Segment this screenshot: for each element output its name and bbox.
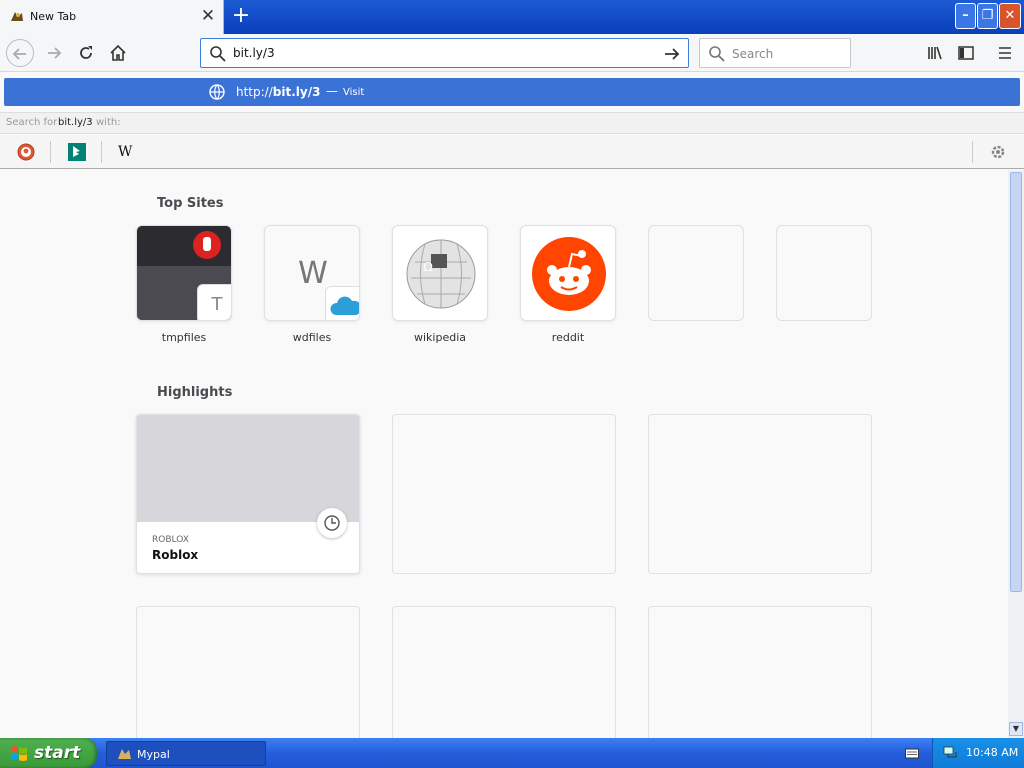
- hamburger-icon: [999, 47, 1011, 59]
- new-tab-button[interactable]: +: [228, 4, 254, 30]
- top-site-tile[interactable]: [520, 225, 616, 321]
- duckduckgo-icon[interactable]: [16, 142, 36, 162]
- clock-icon: [324, 515, 340, 531]
- minimize-button[interactable]: –: [955, 3, 976, 29]
- top-site-label: tmpfiles: [161, 331, 207, 344]
- top-site-label: wikipedia: [413, 331, 466, 344]
- tab-title: New Tab: [30, 10, 77, 23]
- library-glyph-icon: [928, 46, 942, 60]
- top-site-tile[interactable]: T: [136, 225, 232, 321]
- search-for-term: bit.ly/3: [58, 117, 93, 128]
- autocomplete-action: Visit: [343, 87, 365, 98]
- engine-divider: [50, 141, 51, 163]
- top-site-empty: [776, 225, 872, 321]
- taskbar-item-mypal[interactable]: Mypal: [106, 741, 266, 766]
- top-sites-heading: Top Sites: [157, 196, 224, 211]
- url-suffix: /3: [307, 85, 321, 99]
- mypal-icon: [118, 749, 131, 759]
- top-site-label: wdfiles: [292, 331, 332, 344]
- highlight-host: ROBLOX: [152, 535, 189, 545]
- tab-new-tab[interactable]: New Tab ✕: [0, 0, 224, 34]
- search-icon: [709, 46, 725, 62]
- highlight-card[interactable]: ROBLOX Roblox: [136, 414, 360, 574]
- nav-bar: bit.ly/3 Search: [0, 34, 1024, 72]
- wikipedia-icon[interactable]: W: [118, 142, 138, 162]
- url-bold: bit.ly: [272, 85, 308, 99]
- clock-badge: [317, 508, 347, 538]
- start-button[interactable]: start: [0, 738, 97, 768]
- tab-close-icon[interactable]: ✕: [199, 6, 217, 26]
- close-window-button[interactable]: ✕: [999, 3, 1021, 29]
- stop-hand-icon: [193, 231, 221, 259]
- top-site-tile[interactable]: Ω: [392, 225, 488, 321]
- menu-icon[interactable]: [994, 42, 1016, 64]
- mypal-favicon-icon: [11, 12, 23, 21]
- engine-divider: [972, 141, 973, 163]
- site-letter: Ω: [423, 260, 433, 274]
- autocomplete-url: http://bit.ly/3: [236, 85, 320, 99]
- search-bar[interactable]: Search: [699, 38, 851, 68]
- back-button[interactable]: [6, 39, 34, 67]
- site-letter: T: [197, 284, 231, 320]
- search-for-prefix: Search for: [6, 117, 58, 128]
- autocomplete-separator: —: [326, 84, 338, 98]
- gear-icon[interactable]: [988, 142, 1008, 162]
- forward-arrow-icon: [48, 47, 62, 59]
- highlight-title: Roblox: [152, 548, 199, 562]
- search-for-row: Search for bit.ly/3 with:: [0, 112, 1024, 134]
- reload-button[interactable]: [72, 39, 100, 67]
- url-bar[interactable]: bit.ly/3: [200, 38, 689, 68]
- system-tray: 10:48 AM: [932, 738, 1024, 768]
- top-site-label: reddit: [551, 331, 585, 344]
- reddit-icon: [532, 237, 606, 311]
- new-tab-content: Top Sites T tmpfiles W wdfiles Ω wikiped…: [7, 170, 1008, 766]
- network-icon[interactable]: [943, 746, 957, 760]
- engine-divider: [101, 141, 102, 163]
- search-placeholder: Search: [732, 47, 774, 61]
- home-icon: [110, 44, 126, 61]
- top-site-empty: [648, 225, 744, 321]
- highlights-heading: Highlights: [157, 385, 233, 400]
- reload-icon: [80, 46, 92, 59]
- home-button[interactable]: [104, 39, 132, 67]
- vertical-scrollbar[interactable]: ▼: [1008, 170, 1024, 738]
- clock-time[interactable]: 10:48 AM: [966, 746, 1018, 759]
- sidebar-icon[interactable]: [955, 42, 977, 64]
- url-prefix: http://: [236, 85, 273, 99]
- sidebar-glyph-icon: [958, 46, 974, 60]
- top-site-tile[interactable]: W: [264, 225, 360, 321]
- globe-icon: [209, 84, 225, 100]
- autocomplete-row[interactable]: http://bit.ly/3 — Visit: [4, 78, 1020, 106]
- start-label: start: [34, 743, 81, 763]
- highlight-empty: [392, 414, 616, 574]
- forward-button[interactable]: [40, 39, 68, 67]
- back-arrow-icon: [12, 48, 26, 60]
- library-icon[interactable]: [924, 42, 946, 64]
- windows-flag-icon: [11, 746, 27, 761]
- scrollbar-thumb[interactable]: [1010, 172, 1022, 592]
- search-engine-bar: W: [0, 135, 1024, 169]
- tab-strip: New Tab ✕ + – ❐ ✕: [0, 0, 1024, 34]
- url-input[interactable]: bit.ly/3: [233, 46, 275, 60]
- cloud-icon: [330, 296, 359, 315]
- go-arrow-icon[interactable]: [662, 44, 682, 64]
- highlight-thumbnail: [137, 415, 359, 522]
- cloud-badge: [325, 286, 359, 320]
- wikipedia-globe-icon: [406, 239, 476, 309]
- scroll-down-icon[interactable]: ▼: [1009, 722, 1023, 736]
- taskbar: start Mypal 10:48 AM: [0, 738, 1024, 768]
- highlight-empty: [648, 414, 872, 574]
- taskbar-item-label: Mypal: [137, 748, 170, 761]
- search-icon: [210, 46, 226, 62]
- maximize-button[interactable]: ❐: [977, 3, 998, 29]
- keyboard-icon[interactable]: [905, 747, 919, 759]
- bing-icon[interactable]: [67, 142, 87, 162]
- search-for-suffix: with:: [96, 117, 121, 128]
